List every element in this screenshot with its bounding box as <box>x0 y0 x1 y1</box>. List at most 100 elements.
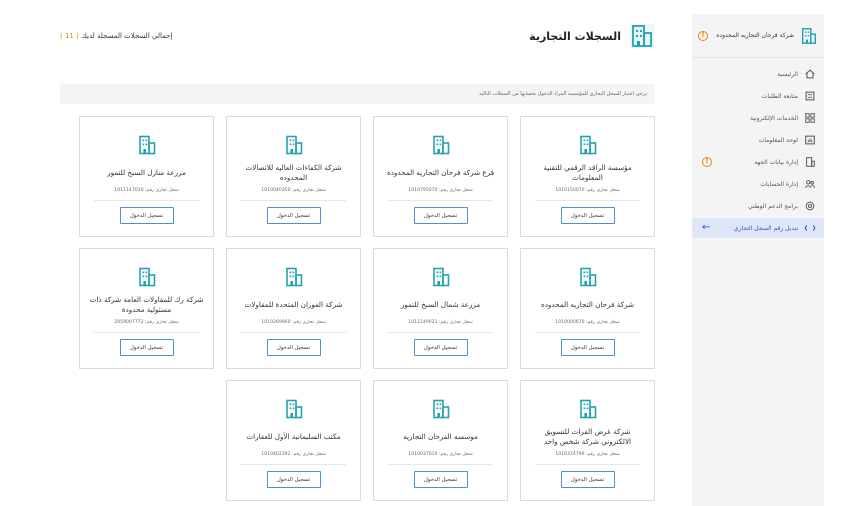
record-registration-number: 1010374799 <box>555 452 585 457</box>
sidebar-item-home[interactable]: الرئيسية <box>692 64 824 84</box>
record-company-name: شركة الفوزان المتحدة للمقاولات <box>244 300 343 309</box>
login-button[interactable]: تسجيل الدخول <box>560 207 615 224</box>
records-total-count: ( 11 ) <box>60 32 79 40</box>
record-registration-number: 1011147030 <box>114 188 144 193</box>
record-registration: سجل تجاري رقم: 1010037010 <box>408 452 472 457</box>
page-title-group: السجلات التجارية <box>529 23 655 49</box>
login-button[interactable]: تسجيل الدخول <box>560 339 615 356</box>
sidebar: شركة فرحان التجاريه المحدوده ! الرئيسية م… <box>692 14 824 506</box>
record-registration: سجل تجاري رقم: 1010150070 <box>555 188 619 193</box>
records-grid: مؤسسة الراقد الرقمي للتقنية المعلومات سجل… <box>60 116 655 501</box>
login-button[interactable]: تسجيل الدخول <box>266 471 321 488</box>
record-registration-number: 1011149021 <box>408 320 438 325</box>
record-company-name: مزرعة منازل السبخ للتمور <box>107 168 186 177</box>
divider <box>94 332 199 333</box>
main-content: السجلات التجارية إجمالي السجلات المسجلة … <box>60 14 655 501</box>
record-registration-label: سجل تجاري رقم: <box>586 320 620 325</box>
divider <box>241 200 346 201</box>
sidebar-item-requests[interactable]: متابعة الطلبات <box>692 86 824 106</box>
login-button[interactable]: تسجيل الدخول <box>413 339 468 356</box>
record-company-name: مزرعة شمال السبخ للتمور <box>400 300 481 309</box>
building-icon <box>579 135 596 155</box>
login-button[interactable]: تسجيل الدخول <box>266 339 321 356</box>
sidebar-item-switch[interactable]: تبديل رقم السجل التجاري ← <box>692 218 824 238</box>
sidebar-item-entity[interactable]: إدارة بيانات الجهة! <box>692 152 824 172</box>
record-card: مكتب السليمانية الأول للعقارات سجل تجاري … <box>226 380 361 501</box>
record-registration-label: سجل تجاري رقم: <box>145 320 179 325</box>
code-brackets-icon <box>804 225 816 231</box>
selection-hint: يرجى اختيار السجل التجاري للمؤسسة المراد… <box>60 84 655 104</box>
sidebar-item-label: الرئيسية <box>777 70 798 78</box>
building-icon <box>285 135 302 155</box>
record-registration: سجل تجاري رقم: 1010402392 <box>261 452 325 457</box>
divider <box>388 332 493 333</box>
divider <box>388 200 493 201</box>
record-registration-number: 1010037010 <box>408 452 438 457</box>
building-icon <box>285 399 302 419</box>
sidebar-item-grid[interactable]: الخدمات الإلكترونية <box>692 108 824 128</box>
sidebar-item-label: إدارة بيانات الجهة <box>754 158 798 166</box>
record-company-name: مؤسسة الراقد الرقمي للتقنية المعلومات <box>543 163 632 182</box>
divider <box>535 200 640 201</box>
divider <box>535 332 640 333</box>
record-registration-number: 1010150070 <box>555 188 585 193</box>
record-registration-label: سجل تجاري رقم: <box>439 452 473 457</box>
record-card: شركة غرض الفرات للتسويق الالكتروني شركة … <box>520 380 655 501</box>
target-icon <box>805 201 815 211</box>
record-registration: سجل تجاري رقم: 1010374799 <box>555 452 619 457</box>
record-registration-label: سجل تجاري رقم: <box>586 452 620 457</box>
sidebar-company-header[interactable]: شركة فرحان التجاريه المحدوده ! <box>692 14 824 58</box>
building-icon <box>432 135 449 155</box>
record-company-name: مكتب السليمانية الأول للعقارات <box>246 432 341 441</box>
record-card: فرع شركة فرحان التجاريه المحدوده سجل تجار… <box>373 116 508 237</box>
login-button[interactable]: تسجيل الدخول <box>560 471 615 488</box>
sidebar-item-label: إدارة الحسابات <box>760 180 798 188</box>
page-header: السجلات التجارية إجمالي السجلات المسجلة … <box>60 14 655 58</box>
record-company-name: شركة فرحان التجاريه المحدوده <box>540 300 635 309</box>
record-registration: سجل تجاري رقم: 1010795070 <box>408 188 472 193</box>
sidebar-item-dashboard[interactable]: لوحة المعلومات <box>692 130 824 150</box>
record-company-name: موسسه الفرحان التجاريه <box>403 432 478 441</box>
users-icon <box>805 180 816 189</box>
divider <box>241 464 346 465</box>
building-icon <box>579 267 596 287</box>
divider <box>241 332 346 333</box>
record-registration-label: سجل تجاري رقم: <box>292 452 326 457</box>
sidebar-nav: الرئيسية متابعة الطلبات الخدمات الإلكتروني… <box>692 58 824 238</box>
building-icon <box>432 399 449 419</box>
record-registration-label: سجل تجاري رقم: <box>292 320 326 325</box>
record-company-name: شركة رك للمقاولات العامة شركة ذات مسئولي… <box>89 295 204 314</box>
record-registration: سجل تجاري رقم: 1010040350 <box>261 188 325 193</box>
login-button[interactable]: تسجيل الدخول <box>266 207 321 224</box>
record-registration-label: سجل تجاري رقم: <box>145 188 179 193</box>
sidebar-item-support[interactable]: برامج الدعم الوطني <box>692 196 824 216</box>
record-card: شركة رك للمقاولات العامة شركة ذات مسئولي… <box>79 248 214 369</box>
record-card: شركة فرحان التجاريه المحدوده سجل تجاري رق… <box>520 248 655 369</box>
record-registration-number: 2059007772 <box>114 320 144 325</box>
building-icon <box>138 135 155 155</box>
login-button[interactable]: تسجيل الدخول <box>119 339 174 356</box>
login-button[interactable]: تسجيل الدخول <box>119 207 174 224</box>
building-icon <box>432 267 449 287</box>
login-button[interactable]: تسجيل الدخول <box>413 471 468 488</box>
record-company-name: فرع شركة فرحان التجاريه المحدوده <box>386 168 495 177</box>
building-icon <box>285 267 302 287</box>
building-icon <box>630 24 654 48</box>
home-icon <box>805 69 815 79</box>
record-card: مزرعة منازل السبخ للتمور سجل تجاري رقم: 1… <box>79 116 214 237</box>
record-registration-label: سجل تجاري رقم: <box>292 188 326 193</box>
sidebar-item-label: برامج الدعم الوطني <box>748 202 798 210</box>
record-company-name: شركة الكفاءات العاليه للاتصالات المحدوده <box>245 163 342 182</box>
record-registration: سجل تجاري رقم: 1011149021 <box>408 320 472 325</box>
page-title: السجلات التجارية <box>529 29 621 43</box>
divider <box>94 200 199 201</box>
record-registration-label: سجل تجاري رقم: <box>439 320 473 325</box>
sidebar-item-users[interactable]: إدارة الحسابات <box>692 174 824 194</box>
sidebar-item-label: تبديل رقم السجل التجاري <box>733 224 798 232</box>
record-registration: سجل تجاري رقم: 2059007772 <box>114 320 178 325</box>
building-icon <box>806 157 815 167</box>
sidebar-item-label: متابعة الطلبات <box>761 92 798 100</box>
record-registration-number: 1010402392 <box>261 452 291 457</box>
record-registration-number: 1010269960 <box>261 320 291 325</box>
login-button[interactable]: تسجيل الدخول <box>413 207 468 224</box>
